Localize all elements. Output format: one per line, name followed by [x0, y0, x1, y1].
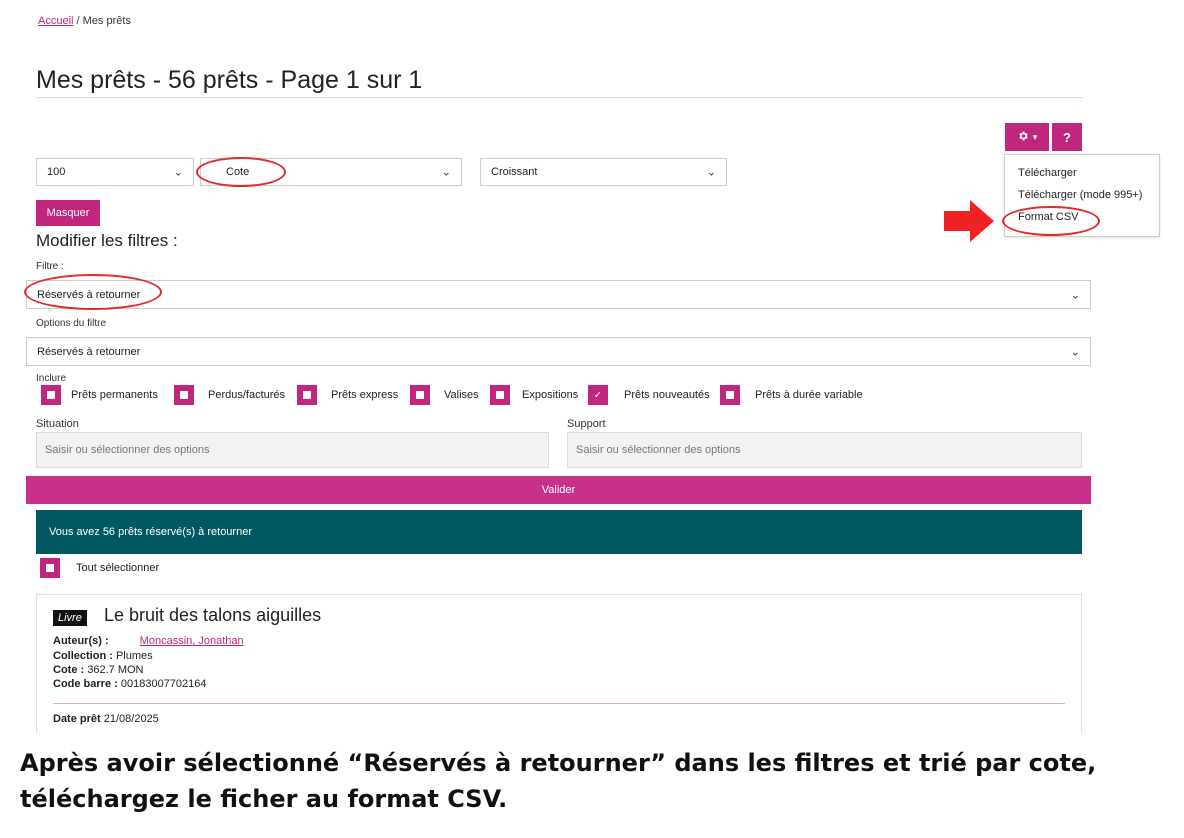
card-divider [53, 703, 1065, 704]
cote-row: Cote : 362.7 MON [53, 664, 143, 676]
checkbox-label: Expositions [522, 389, 579, 401]
checkbox-label: Perdus/facturés [208, 389, 286, 401]
title-divider [36, 97, 1083, 98]
chevron-down-icon: ⌄ [173, 166, 183, 179]
checkbox-label: Prêts nouveautés [624, 389, 710, 401]
breadcrumb-separator: / [76, 15, 80, 27]
chevron-down-icon: ⌄ [1070, 289, 1080, 301]
checkbox-perdus-factures[interactable] [174, 385, 194, 405]
collection-value: Plumes [115, 650, 153, 662]
book-title: Le bruit des talons aiguilles [104, 605, 322, 625]
select-all-label: Tout sélectionner [76, 562, 160, 574]
checkbox-label: Prêts express [331, 389, 399, 401]
results-banner: Vous avez 56 prêts réservé(s) à retourne… [36, 510, 1082, 554]
page-title: Mes prêts - 56 prêts - Page 1 sur 1 [36, 66, 423, 94]
chevron-down-icon: ⌄ [441, 166, 451, 179]
support-input[interactable]: Saisir ou sélectionner des options [567, 432, 1082, 468]
per-page-value: 100 [47, 166, 66, 178]
annotation-arrow-icon [940, 198, 996, 244]
gear-icon [1017, 130, 1029, 145]
help-button[interactable]: ? [1052, 123, 1082, 151]
support-label: Support [567, 418, 606, 430]
settings-dropdown-button[interactable]: ▾ [1005, 123, 1049, 151]
checkbox-label: Valises [444, 389, 479, 401]
valider-button[interactable]: Valider [26, 476, 1091, 504]
menu-item-telecharger-995[interactable]: Télécharger (mode 995+) [1018, 189, 1142, 201]
sort-order-value: Croissant [491, 166, 538, 178]
situation-placeholder: Saisir ou sélectionner des options [45, 444, 210, 456]
checkbox-expositions[interactable] [490, 385, 510, 405]
breadcrumb: Accueil / Mes prêts [38, 15, 131, 27]
loan-date-label: Date prêt [53, 713, 101, 725]
support-placeholder: Saisir ou sélectionner des options [576, 444, 741, 456]
checkmark-icon: ✓ [593, 389, 603, 401]
filter-label: Filtre : [36, 261, 64, 272]
breadcrumb-current: Mes prêts [82, 15, 131, 27]
filter-options-value: Réservés à retourner [37, 345, 141, 358]
barcode-value: 00183007702164 [120, 678, 207, 690]
barcode-label: Code barre : [53, 678, 118, 690]
instruction-text: Après avoir sélectionné “Réservés à reto… [20, 749, 1097, 813]
chevron-down-icon: ⌄ [1070, 346, 1080, 358]
chevron-down-icon: ⌄ [706, 166, 716, 179]
results-banner-text: Vous avez 56 prêts réservé(s) à retourne… [49, 526, 252, 538]
annotation-ellipse-csv [1002, 206, 1100, 236]
situation-label: Situation [36, 418, 79, 430]
breadcrumb-home-link[interactable]: Accueil [38, 15, 73, 27]
select-all-checkbox[interactable] [40, 558, 60, 578]
checkbox-label: Prêts à durée variable [755, 389, 863, 401]
masquer-button[interactable]: Masquer [36, 200, 100, 226]
checkbox-prets-permanents[interactable] [41, 385, 61, 405]
menu-item-telecharger[interactable]: Télécharger [1018, 167, 1077, 179]
collection-label: Collection : [53, 650, 113, 662]
situation-input[interactable]: Saisir ou sélectionner des options [36, 432, 549, 468]
annotation-ellipse-cote [196, 157, 286, 187]
author-link[interactable]: Moncassin, Jonathan [140, 635, 244, 647]
annotation-ellipse-filter [24, 274, 162, 310]
caret-down-icon: ▾ [1032, 131, 1038, 142]
checkbox-prets-express[interactable] [297, 385, 317, 405]
loan-date-row: Date prêt 21/08/2025 [53, 713, 159, 725]
collection-row: Collection : Plumes [53, 650, 153, 662]
cote-label: Cote : [53, 664, 85, 676]
type-badge: Livre [53, 610, 87, 626]
filter-options-select[interactable]: Réservés à retourner ⌄ [26, 337, 1091, 366]
sort-order-select[interactable]: Croissant ⌄ [480, 158, 727, 186]
cote-value: 362.7 MON [87, 664, 144, 676]
per-page-select[interactable]: 100 ⌄ [36, 158, 194, 186]
include-label: Inclure [36, 373, 67, 384]
barcode-row: Code barre : 00183007702164 [53, 678, 207, 690]
loan-card: Livre Le bruit des talons aiguilles Aute… [36, 594, 1082, 744]
checkbox-label: Prêts permanents [71, 389, 158, 401]
filters-heading: Modifier les filtres : [36, 231, 178, 250]
author-label: Auteur(s) : [53, 635, 109, 647]
loan-date-value: 21/08/2025 [103, 713, 159, 725]
checkbox-prets-duree-variable[interactable] [720, 385, 740, 405]
filter-select[interactable]: Réservés à retourner ⌄ [26, 280, 1091, 309]
checkbox-valises[interactable] [410, 385, 430, 405]
author-row: Auteur(s) : Moncassin, Jonathan [53, 635, 244, 647]
checkbox-prets-nouveautes[interactable]: ✓ [588, 385, 608, 405]
filter-options-label: Options du filtre [36, 318, 107, 329]
